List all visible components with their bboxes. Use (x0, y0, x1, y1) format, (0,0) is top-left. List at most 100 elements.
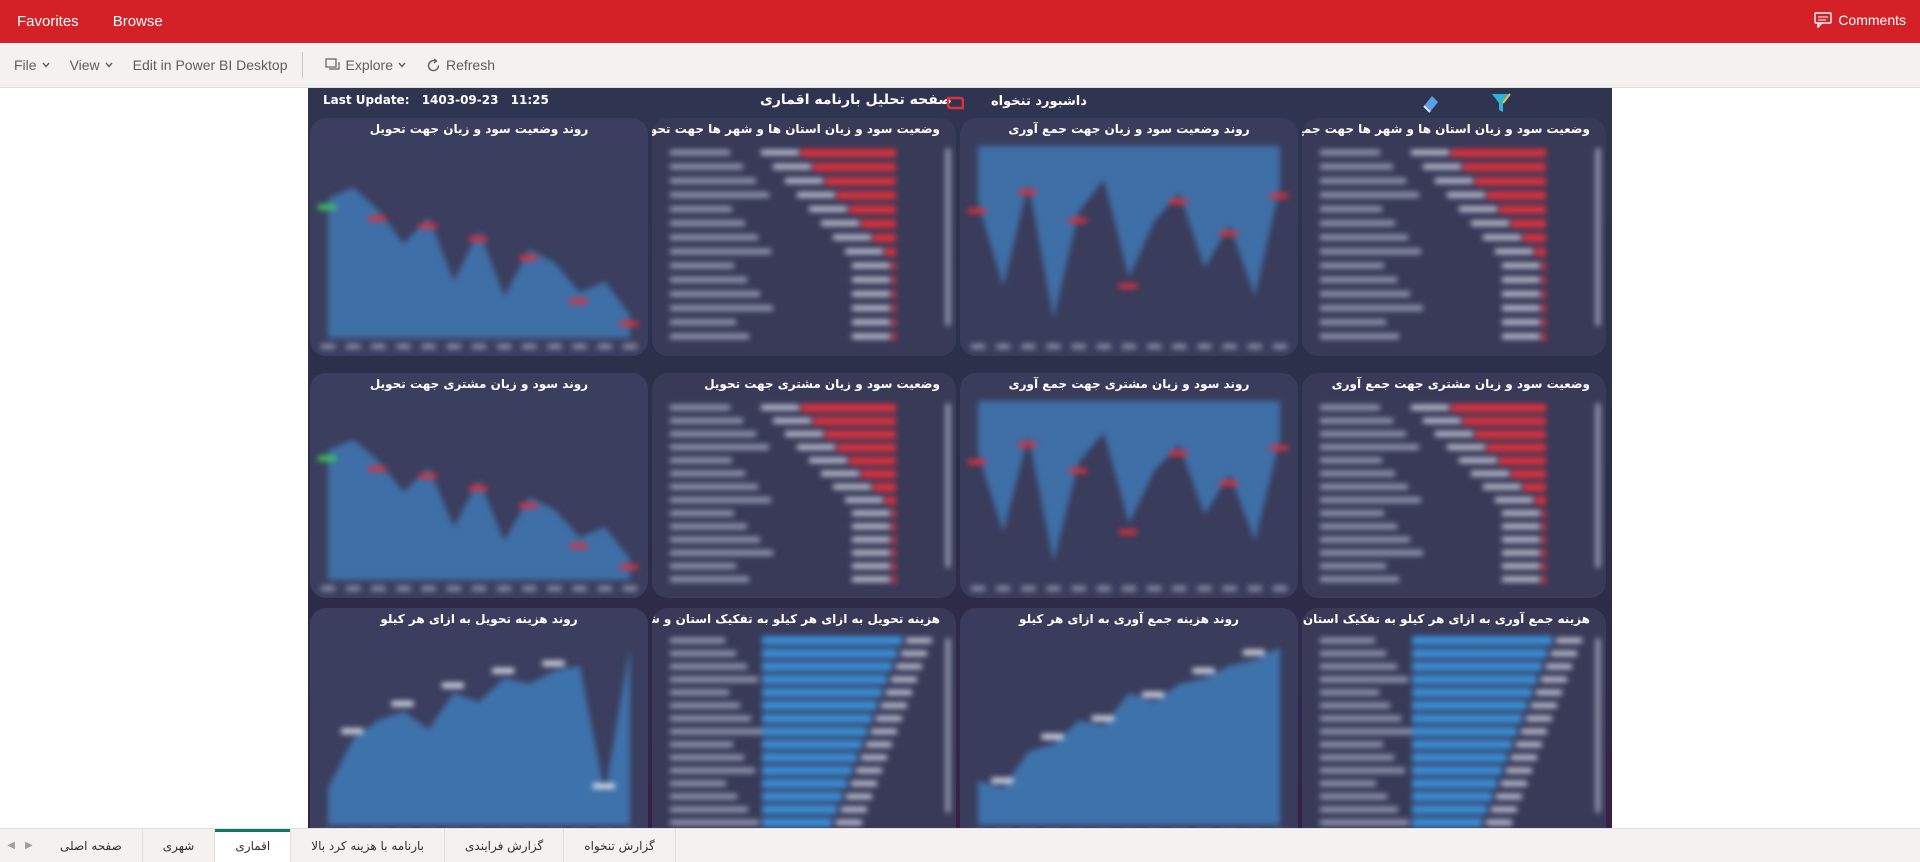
data-label (968, 208, 986, 214)
data-label (881, 703, 907, 708)
data-label (542, 660, 565, 666)
tab-satellite[interactable]: اقماری (215, 829, 292, 862)
panel-visual (652, 393, 956, 598)
x-tick-label (421, 586, 436, 591)
report-panel[interactable]: روند سود و زیان مشتری جهت تحویل (310, 373, 648, 598)
x-tick-label (1273, 344, 1287, 349)
panel-title: هزینه تحویل به ازای هر کیلو به تفکیک است… (652, 612, 940, 626)
report-panel[interactable]: وضعیت سود و زیان استان ها و شهر ها جهت ج… (1302, 118, 1606, 356)
bar (892, 318, 896, 327)
x-tick-label (396, 586, 411, 591)
category-label (1320, 192, 1419, 198)
category-label (1320, 206, 1382, 212)
tab-high-cost-waybills[interactable]: بارنامه با هزینه کرد بالا (291, 829, 445, 862)
toolbar-divider (301, 52, 303, 78)
data-label (391, 701, 414, 707)
category-label (670, 291, 760, 297)
data-label (852, 291, 890, 297)
data-label (620, 321, 638, 327)
bar (1412, 740, 1512, 749)
data-label (761, 150, 799, 155)
data-label (856, 768, 882, 773)
category-label (1320, 150, 1380, 155)
tab-city[interactable]: شهری (143, 829, 216, 862)
explore-icon (324, 58, 340, 70)
data-label (866, 742, 892, 747)
report-panel[interactable]: وضعیت سود و زیان استان ها و شهر ها جهت ت… (652, 118, 956, 356)
data-label (1502, 563, 1540, 569)
bar (1487, 443, 1546, 452)
x-tick-label (1096, 586, 1111, 591)
category-label (1320, 768, 1405, 773)
filter-icon[interactable] (1490, 91, 1512, 115)
data-label (1091, 715, 1114, 721)
panel-visual (960, 138, 1298, 356)
data-label (1447, 192, 1485, 198)
data-label (773, 418, 811, 424)
panel-visual (1302, 628, 1606, 828)
category-label (1320, 444, 1419, 450)
bar (892, 262, 896, 271)
tab-main-page[interactable]: صفحه اصلی (40, 829, 143, 862)
data-label (318, 204, 336, 210)
bar (1542, 290, 1546, 299)
category-label (1320, 537, 1410, 543)
data-label (991, 778, 1014, 784)
report-panel[interactable]: روند وضعیت سود و زیان جهت تحویل (310, 118, 648, 356)
category-label (1320, 755, 1394, 760)
bar (892, 575, 896, 584)
data-label (1270, 445, 1288, 451)
data-label (1471, 471, 1509, 477)
view-menu[interactable]: View (70, 57, 113, 73)
category-label (1320, 729, 1412, 734)
report-panel[interactable]: هزینه جمع آوری به ازای هر کیلو به تفکیک … (1302, 608, 1606, 828)
data-label (876, 716, 902, 721)
report-panel[interactable]: روند هزینه جمع آوری به ازای هر کیلو (960, 608, 1298, 828)
report-panel[interactable]: روند هزینه تحویل به ازای هر کیلو (310, 608, 648, 828)
tab-process-report[interactable]: گزارش فرایندی (445, 829, 565, 862)
browse-link[interactable]: Browse (113, 13, 163, 30)
category-label (670, 206, 732, 212)
report-title: صفحه تحلیل بارنامه اقماری (760, 92, 952, 108)
comments-button[interactable]: Comments (1814, 12, 1906, 28)
bar (1412, 649, 1547, 658)
tab-petty-cash-report[interactable]: گزارش تنخواه (564, 829, 676, 862)
edit-in-desktop-button[interactable]: Edit in Power BI Desktop (133, 57, 288, 73)
report-panel[interactable]: روند سود و زیان مشتری جهت جمع آوری (960, 373, 1298, 598)
bar (1499, 205, 1546, 214)
report-panel[interactable]: هزینه تحویل به ازای هر کیلو به تفکیک است… (652, 608, 956, 828)
data-label (851, 781, 877, 786)
bar (1412, 636, 1552, 645)
category-label (670, 497, 771, 503)
report-panel[interactable]: وضعیت سود و زیان مشتری جهت تحویل (652, 373, 956, 598)
chevron-right-icon[interactable]: ▶ (25, 840, 33, 851)
report-panel[interactable]: وضعیت سود و زیان مشتری جهت جمع آوری (1302, 373, 1606, 598)
comment-icon (1814, 12, 1833, 28)
favorites-link[interactable]: Favorites (17, 13, 79, 30)
chevron-left-icon[interactable]: ◀ (7, 840, 15, 851)
data-label (852, 277, 890, 283)
report-panel[interactable]: روند وضعیت سود و زیان جهت جمع آوری (960, 118, 1298, 356)
bar (892, 509, 896, 518)
data-label (1501, 781, 1527, 786)
explore-menu[interactable]: Explore (324, 57, 406, 73)
data-label (1459, 206, 1497, 212)
file-menu[interactable]: File (14, 57, 50, 73)
eraser-icon[interactable] (1420, 92, 1442, 114)
panel-visual (1302, 138, 1606, 356)
scrollbar (946, 638, 950, 813)
bar (1542, 509, 1546, 518)
category-label (670, 703, 740, 708)
category-label (1320, 431, 1406, 437)
view-label: View (69, 57, 100, 73)
category-label (670, 651, 736, 656)
data-label (852, 319, 890, 325)
x-tick-label (321, 586, 335, 591)
data-label (886, 690, 912, 695)
tab-scroll-buttons[interactable]: ◀ ▶ (0, 829, 40, 862)
bar (825, 430, 896, 439)
category-label (670, 729, 762, 734)
panel-title: روند سود و زیان مشتری جهت جمع آوری (1008, 377, 1250, 391)
refresh-button[interactable]: Refresh (426, 57, 495, 73)
file-label: File (14, 57, 37, 73)
